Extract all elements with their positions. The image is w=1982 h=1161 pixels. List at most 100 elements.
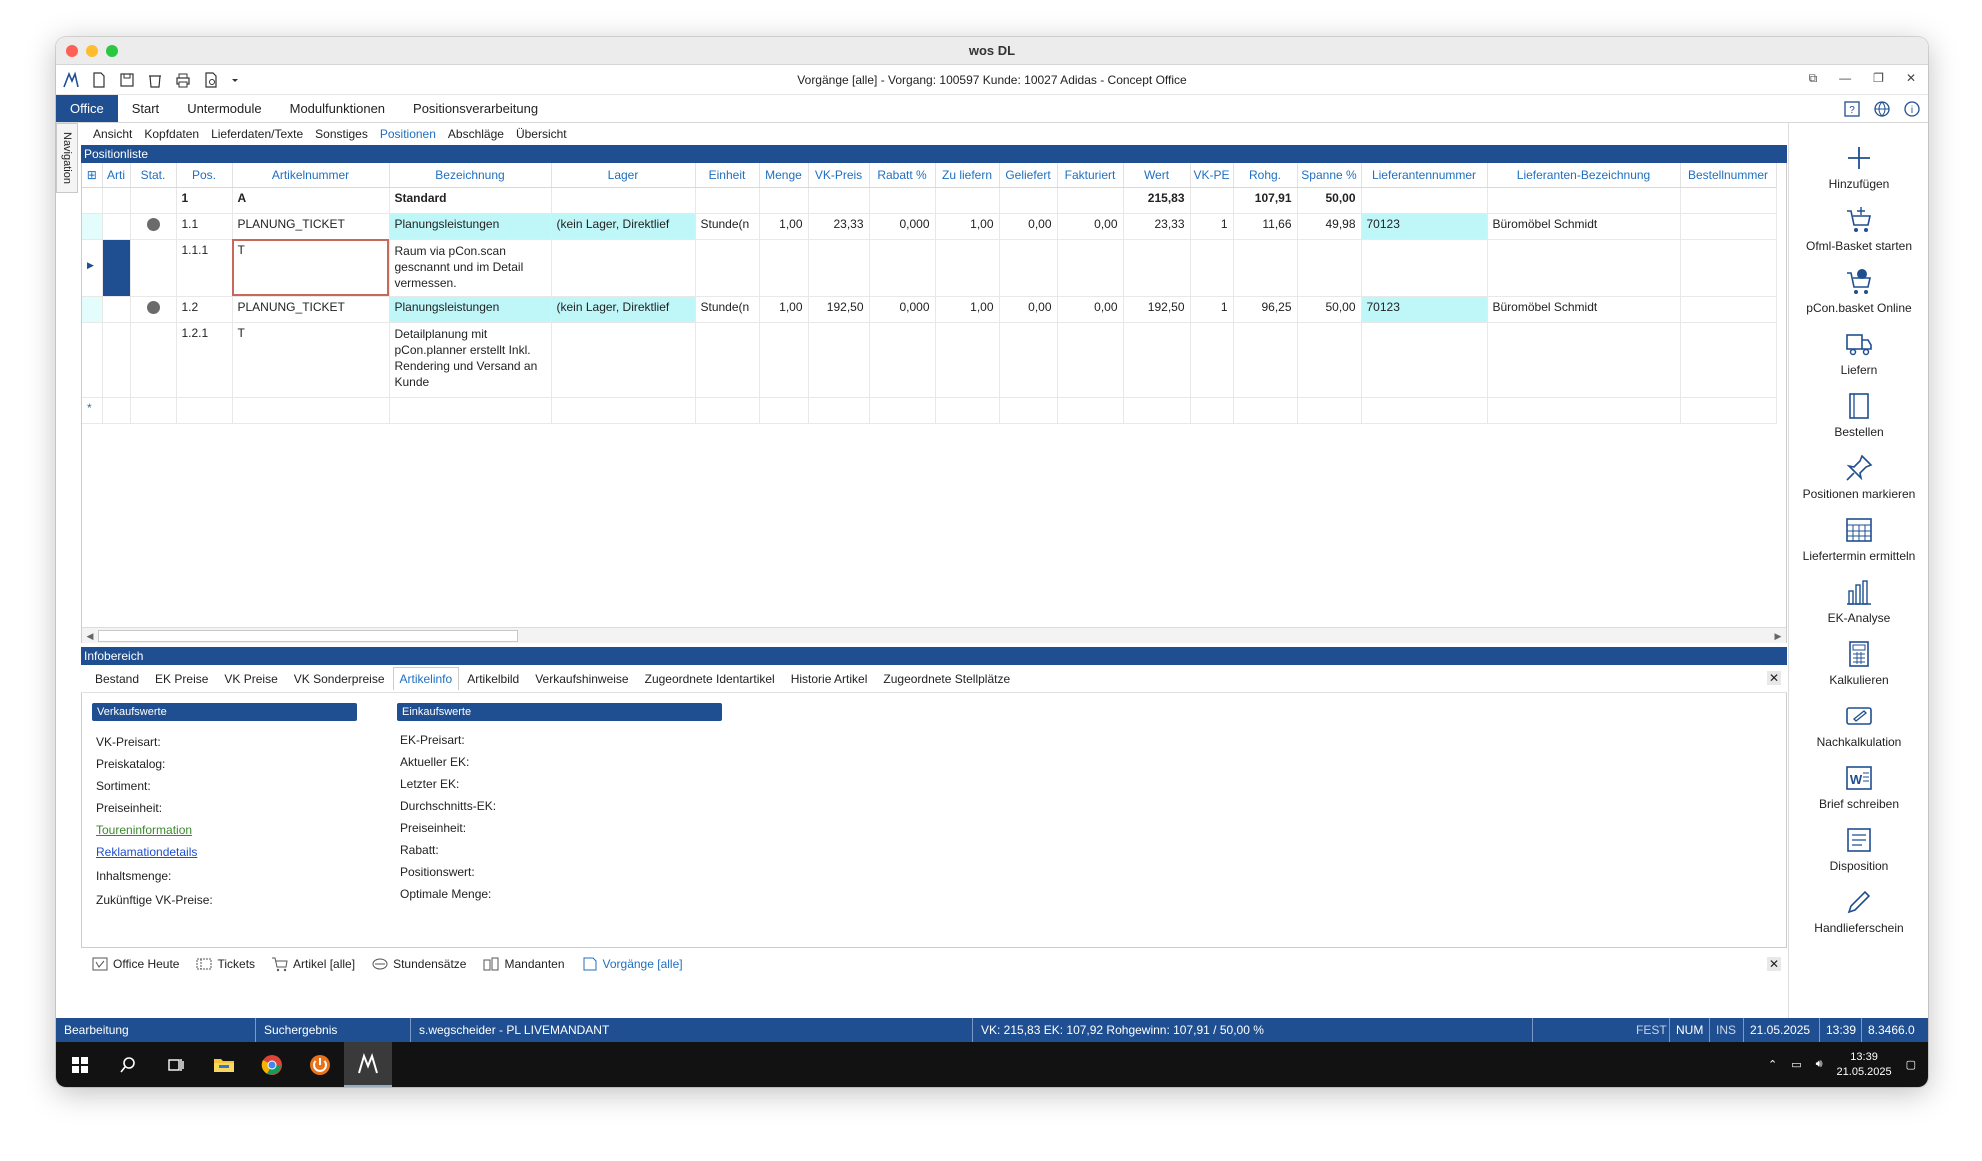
network-icon[interactable]: ▭ xyxy=(1791,1058,1801,1071)
horizontal-scrollbar[interactable]: ◀ ▶ xyxy=(82,627,1786,643)
minimize-window-button[interactable] xyxy=(86,45,98,57)
bezeichnung-cell[interactable]: Planungsleistungen xyxy=(389,296,552,323)
bezeichnung-cell[interactable]: Raum via pCon.scan gescnannt und im Deta… xyxy=(389,239,552,297)
col-lieferanten-bezeichnung[interactable]: Lieferanten-Bezeichnung xyxy=(1487,163,1681,188)
spanne-cell[interactable]: 50,00 xyxy=(1297,296,1362,323)
tab-verkaufshinweise[interactable]: Verkaufshinweise xyxy=(527,672,636,686)
close-window-button[interactable] xyxy=(66,45,78,57)
col-wert[interactable]: Wert xyxy=(1123,163,1191,188)
bezeichnung-cell[interactable]: Detailplanung mit pCon.planner erstellt … xyxy=(389,322,552,398)
pos-cell[interactable]: 1.1.1 xyxy=(176,239,233,297)
col-rabatt[interactable]: Rabatt % xyxy=(869,163,936,188)
grid-corner-icon[interactable]: ⊞ xyxy=(82,163,103,188)
col-fakturiert[interactable]: Fakturiert xyxy=(1057,163,1124,188)
col-arti[interactable]: Arti xyxy=(102,163,131,188)
fakturiert-cell[interactable]: 0,00 xyxy=(1057,296,1124,323)
lieferanten-bezeichnung-cell[interactable]: Büromöbel Schmidt xyxy=(1487,213,1681,240)
bezeichnung-cell[interactable]: Planungsleistungen xyxy=(389,213,552,240)
rabatt-cell[interactable]: 0,000 xyxy=(869,213,936,240)
taskbar-app-orange[interactable] xyxy=(296,1042,344,1087)
wert-cell[interactable]: 192,50 xyxy=(1123,296,1191,323)
menu-office[interactable]: Office xyxy=(56,95,118,122)
lieferantennummer-cell[interactable]: 70123 xyxy=(1361,213,1488,240)
taskbar-explorer[interactable] xyxy=(200,1042,248,1087)
sidebar-kalkulieren[interactable]: Kalkulieren xyxy=(1789,639,1928,687)
table-row[interactable]: 1 A Standard 215,83 107,91 50,00 xyxy=(82,187,1777,214)
pos-cell[interactable]: 1.1 xyxy=(176,213,233,240)
wert-cell[interactable]: 23,33 xyxy=(1123,213,1191,240)
col-bestellnummer[interactable]: Bestellnummer xyxy=(1680,163,1777,188)
sidebar-liefertermin[interactable]: Liefertermin ermitteln xyxy=(1789,515,1928,563)
spanne-cell[interactable]: 50,00 xyxy=(1297,187,1362,214)
tab-artikelinfo[interactable]: Artikelinfo xyxy=(392,667,460,690)
col-vk-pe[interactable]: VK-PE xyxy=(1190,163,1234,188)
bottom-tab-stundensaetze[interactable]: Stundensätze xyxy=(365,956,472,972)
tab-bestand[interactable]: Bestand xyxy=(87,672,147,686)
spanne-cell[interactable]: 49,98 xyxy=(1297,213,1362,240)
tab-zugeordnete-identartikel[interactable]: Zugeordnete Identartikel xyxy=(637,672,783,686)
print-icon[interactable] xyxy=(174,71,192,89)
artikelnummer-cell[interactable]: PLANUNG_TICKET xyxy=(232,296,390,323)
tab-historie-artikel[interactable]: Historie Artikel xyxy=(783,672,876,686)
subtab-sonstiges[interactable]: Sonstiges xyxy=(309,127,374,141)
scroll-right-icon[interactable]: ▶ xyxy=(1771,629,1785,643)
menu-modulfunktionen[interactable]: Modulfunktionen xyxy=(276,95,399,122)
pos-cell[interactable]: 1.2.1 xyxy=(176,322,233,398)
sidebar-handlieferschein[interactable]: Handlieferschein xyxy=(1789,887,1928,935)
zu-liefern-cell[interactable]: 1,00 xyxy=(935,296,1000,323)
lager-cell[interactable]: (kein Lager, Direktlief xyxy=(551,296,696,323)
subtab-abschlaege[interactable]: Abschläge xyxy=(442,127,510,141)
volume-icon[interactable]: 🔊︎ xyxy=(1816,1058,1823,1071)
notification-icon[interactable]: ▢ xyxy=(1906,1058,1916,1071)
taskbar-concept-office[interactable] xyxy=(344,1042,392,1087)
help-icon[interactable]: ? xyxy=(1842,99,1862,119)
rohg-cell[interactable]: 11,66 xyxy=(1233,213,1298,240)
sidebar-disposition[interactable]: Disposition xyxy=(1789,825,1928,873)
vk-pe-cell[interactable]: 1 xyxy=(1190,213,1234,240)
minimize-icon[interactable]: — xyxy=(1839,71,1851,86)
table-row[interactable]: 1.2.1 T Detailplanung mit pCon.planner e… xyxy=(82,322,1777,398)
table-row[interactable]: 1.1 PLANUNG_TICKET Planungsleistungen (k… xyxy=(82,213,1777,240)
fakturiert-cell[interactable]: 0,00 xyxy=(1057,213,1124,240)
restore-icon[interactable]: ⧉ xyxy=(1809,71,1818,86)
artikelnummer-cell[interactable]: T xyxy=(232,322,390,398)
print-preview-icon[interactable] xyxy=(202,71,220,89)
sidebar-hinzufuegen[interactable]: Hinzufügen xyxy=(1789,143,1928,191)
col-bezeichnung[interactable]: Bezeichnung xyxy=(389,163,552,188)
taskbar-search[interactable] xyxy=(104,1042,152,1087)
tab-artikelbild[interactable]: Artikelbild xyxy=(459,672,527,686)
lieferanten-bezeichnung-cell[interactable]: Büromöbel Schmidt xyxy=(1487,296,1681,323)
einheit-cell[interactable]: Stunde(n xyxy=(695,296,760,323)
sidebar-brief-schreiben[interactable]: W Brief schreiben xyxy=(1789,763,1928,811)
start-button[interactable] xyxy=(56,1042,104,1087)
table-row[interactable]: 1.2 PLANUNG_TICKET Planungsleistungen (k… xyxy=(82,296,1777,323)
scrollbar-thumb[interactable] xyxy=(98,630,518,642)
rohg-cell[interactable]: 107,91 xyxy=(1233,187,1298,214)
pos-cell[interactable]: 1.2 xyxy=(176,296,233,323)
vk-preis-cell[interactable]: 23,33 xyxy=(808,213,870,240)
pos-cell[interactable]: 1 xyxy=(176,187,233,214)
col-spanne[interactable]: Spanne % xyxy=(1297,163,1362,188)
menu-untermodule[interactable]: Untermodule xyxy=(173,95,275,122)
tab-zugeordnete-stellplaetze[interactable]: Zugeordnete Stellplätze xyxy=(875,672,1018,686)
navigation-panel-tab[interactable]: Navigation xyxy=(56,123,78,193)
toureninformation-link[interactable]: Toureninformation xyxy=(96,823,192,837)
bottom-tab-mandanten[interactable]: Mandanten xyxy=(476,956,570,972)
close-icon[interactable]: ✕ xyxy=(1906,71,1916,86)
vk-pe-cell[interactable]: 1 xyxy=(1190,296,1234,323)
menu-positionsverarbeitung[interactable]: Positionsverarbeitung xyxy=(399,95,552,122)
taskbar-chrome[interactable] xyxy=(248,1042,296,1087)
sidebar-bestellen[interactable]: Bestellen xyxy=(1789,391,1928,439)
table-row[interactable]: ▶ 1.1.1 T Raum via pCon.scan gescnannt u… xyxy=(82,239,1777,297)
col-rohg[interactable]: Rohg. xyxy=(1233,163,1298,188)
globe-icon[interactable] xyxy=(1872,99,1892,119)
sidebar-ofml-basket[interactable]: Ofml-Basket starten xyxy=(1789,205,1928,253)
col-lieferantennummer[interactable]: Lieferantennummer xyxy=(1361,163,1488,188)
tray-chevron-icon[interactable]: ⌃ xyxy=(1768,1058,1777,1071)
bottom-tab-artikel[interactable]: Artikel [alle] xyxy=(265,956,361,972)
col-einheit[interactable]: Einheit xyxy=(695,163,760,188)
menge-cell[interactable]: 1,00 xyxy=(759,296,809,323)
col-stat[interactable]: Stat. xyxy=(130,163,177,188)
row-selector[interactable] xyxy=(102,239,131,297)
task-view-button[interactable] xyxy=(152,1042,200,1087)
